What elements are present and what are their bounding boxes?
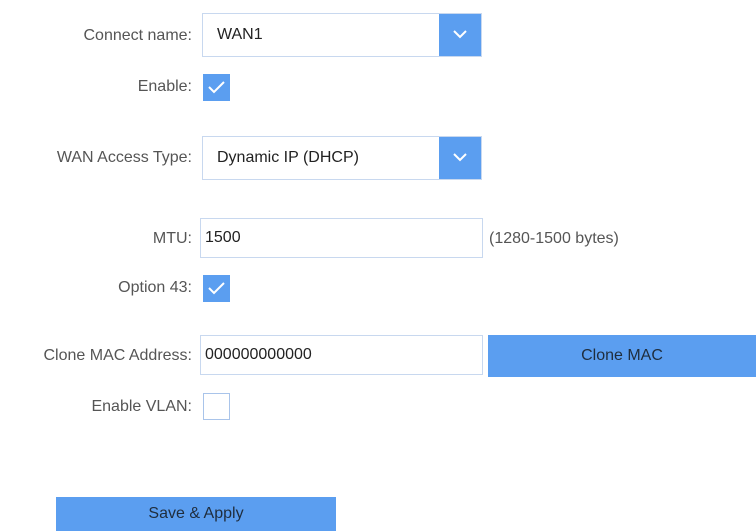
connect-name-value: WAN1 (217, 26, 263, 43)
option43-label: Option 43: (118, 279, 192, 296)
mtu-range-hint: (1280-1500 bytes) (489, 230, 619, 247)
option43-checkbox[interactable] (203, 275, 230, 302)
connect-name-label: Connect name: (83, 27, 192, 44)
chevron-down-icon[interactable] (439, 14, 481, 56)
clone-mac-input[interactable] (200, 335, 483, 375)
clone-mac-button[interactable]: Clone MAC (488, 335, 756, 377)
save-apply-button[interactable]: Save & Apply (56, 497, 336, 531)
enable-checkbox[interactable] (203, 74, 230, 101)
wan-access-type-value: Dynamic IP (DHCP) (217, 149, 359, 166)
enable-vlan-label: Enable VLAN: (91, 398, 192, 415)
enable-vlan-checkbox[interactable] (203, 393, 230, 420)
mtu-label: MTU: (152, 230, 192, 247)
mtu-input[interactable] (200, 218, 483, 258)
check-icon (208, 81, 225, 94)
enable-label: Enable: (137, 78, 192, 95)
chevron-down-icon[interactable] (439, 137, 481, 179)
clone-mac-label: Clone MAC Address: (43, 347, 192, 364)
wan-settings-form: Connect name: WAN1 Enable: WAN Access Ty… (0, 0, 756, 531)
wan-access-type-select[interactable]: Dynamic IP (DHCP) (202, 136, 482, 180)
connect-name-select[interactable]: WAN1 (202, 13, 482, 57)
check-icon (208, 282, 225, 295)
wan-access-type-label: WAN Access Type: (56, 149, 192, 166)
